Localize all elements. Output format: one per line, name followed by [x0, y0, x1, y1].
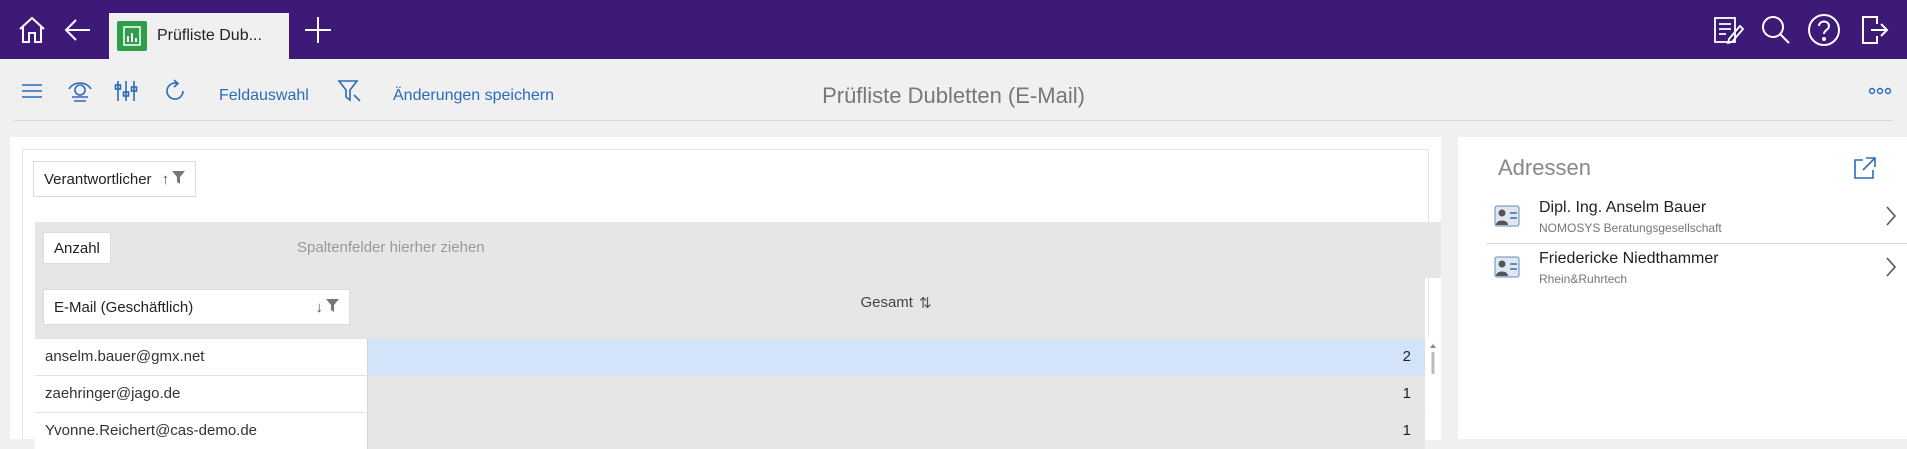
- toolbar: Feldauswahl Änderungen speichern Prüflis…: [0, 59, 1907, 121]
- menu-icon[interactable]: [18, 77, 46, 105]
- contact-card-icon: [1494, 256, 1520, 283]
- address-name: Friedericke Niedthammer: [1539, 250, 1719, 267]
- row-email: zaehringer@jago.de: [35, 376, 367, 412]
- row-email: anselm.bauer@gmx.net: [35, 339, 367, 375]
- data-field-label: Anzahl: [54, 239, 100, 257]
- addresses-title: Adressen: [1498, 155, 1591, 180]
- pivot-grid: Verantwortlicher ↑ Anzahl Spaltenfelder …: [22, 149, 1441, 449]
- top-bar: Prüfliste Dub...: [0, 0, 1907, 59]
- field-selection-link[interactable]: Feldauswahl: [219, 87, 309, 105]
- sort-desc-icon[interactable]: ↓: [316, 299, 324, 316]
- filter-field-chip[interactable]: Verantwortlicher ↑: [33, 161, 197, 197]
- help-icon[interactable]: [1806, 0, 1842, 59]
- chevron-right-icon[interactable]: [1885, 256, 1897, 283]
- list-item[interactable]: Dipl. Ing. Anselm Bauer NOMOSYS Beratung…: [1486, 193, 1907, 243]
- add-tab-icon[interactable]: [298, 0, 338, 59]
- chevron-right-icon[interactable]: [1885, 205, 1897, 232]
- sort-toggle-icon[interactable]: ⇅: [919, 294, 932, 338]
- filter-icon[interactable]: [336, 77, 364, 105]
- column-drop-zone[interactable]: Anzahl Spaltenfelder hierher ziehen: [35, 222, 1441, 278]
- save-changes-link[interactable]: Änderungen speichern: [393, 87, 554, 105]
- column-header-label: Gesamt: [860, 294, 913, 311]
- filter-field-label: Verantwortlicher: [44, 170, 152, 188]
- row-field-chip[interactable]: E-Mail (Geschäftlich) ↓: [43, 289, 350, 325]
- address-company: Rhein&Ruhrtech: [1539, 272, 1628, 286]
- column-header-total[interactable]: Gesamt ⇅: [367, 278, 1425, 338]
- pivot-panel: Verantwortlicher ↑ Anzahl Spaltenfelder …: [10, 137, 1441, 449]
- list-item[interactable]: Friedericke Niedthammer Rhein&Ruhrtech: [1486, 244, 1907, 294]
- notes-icon[interactable]: [1710, 0, 1746, 59]
- table-row[interactable]: Yvonne.Reichert@cas-demo.de 1: [35, 412, 1425, 449]
- search-icon[interactable]: [1758, 0, 1794, 59]
- more-icon[interactable]: [1866, 77, 1894, 105]
- settings-sliders-icon[interactable]: [112, 77, 140, 105]
- column-placeholder: Spaltenfelder hierher ziehen: [297, 239, 485, 256]
- address-name: Dipl. Ing. Anselm Bauer: [1539, 199, 1707, 216]
- address-company: NOMOSYS Beratungsgesellschaft: [1539, 221, 1722, 235]
- row-count: 2: [367, 339, 1425, 375]
- toolbar-divider: [14, 120, 1893, 121]
- contact-card-icon: [1494, 205, 1520, 232]
- view-icon[interactable]: [66, 77, 94, 105]
- logout-icon[interactable]: [1856, 0, 1892, 59]
- row-count: 1: [367, 413, 1425, 449]
- row-count: 1: [367, 376, 1425, 412]
- vertical-scrollbar[interactable]: [1425, 338, 1441, 440]
- funnel-icon[interactable]: [326, 298, 339, 316]
- row-email: Yvonne.Reichert@cas-demo.de: [35, 413, 367, 449]
- funnel-icon[interactable]: [172, 170, 186, 188]
- row-field-label: E-Mail (Geschäftlich): [54, 298, 194, 316]
- tab-pruefliste[interactable]: Prüfliste Dub...: [109, 13, 289, 59]
- addresses-panel: Adressen Dipl. Ing. Anselm Bauer NOMOSYS…: [1458, 137, 1907, 439]
- back-icon[interactable]: [58, 0, 98, 59]
- table-row[interactable]: zaehringer@jago.de 1: [35, 375, 1425, 412]
- table-row[interactable]: anselm.bauer@gmx.net 2: [35, 338, 1425, 375]
- row-field-area: E-Mail (Geschäftlich) ↓: [35, 278, 367, 338]
- data-field-chip[interactable]: Anzahl: [43, 232, 111, 264]
- tab-title: Prüfliste Dub...: [157, 27, 262, 44]
- sort-asc-icon[interactable]: ↑: [162, 171, 170, 188]
- pivot-report-icon: [117, 21, 147, 51]
- home-icon[interactable]: [12, 0, 52, 59]
- refresh-icon[interactable]: [161, 77, 189, 105]
- open-external-icon[interactable]: [1852, 155, 1878, 186]
